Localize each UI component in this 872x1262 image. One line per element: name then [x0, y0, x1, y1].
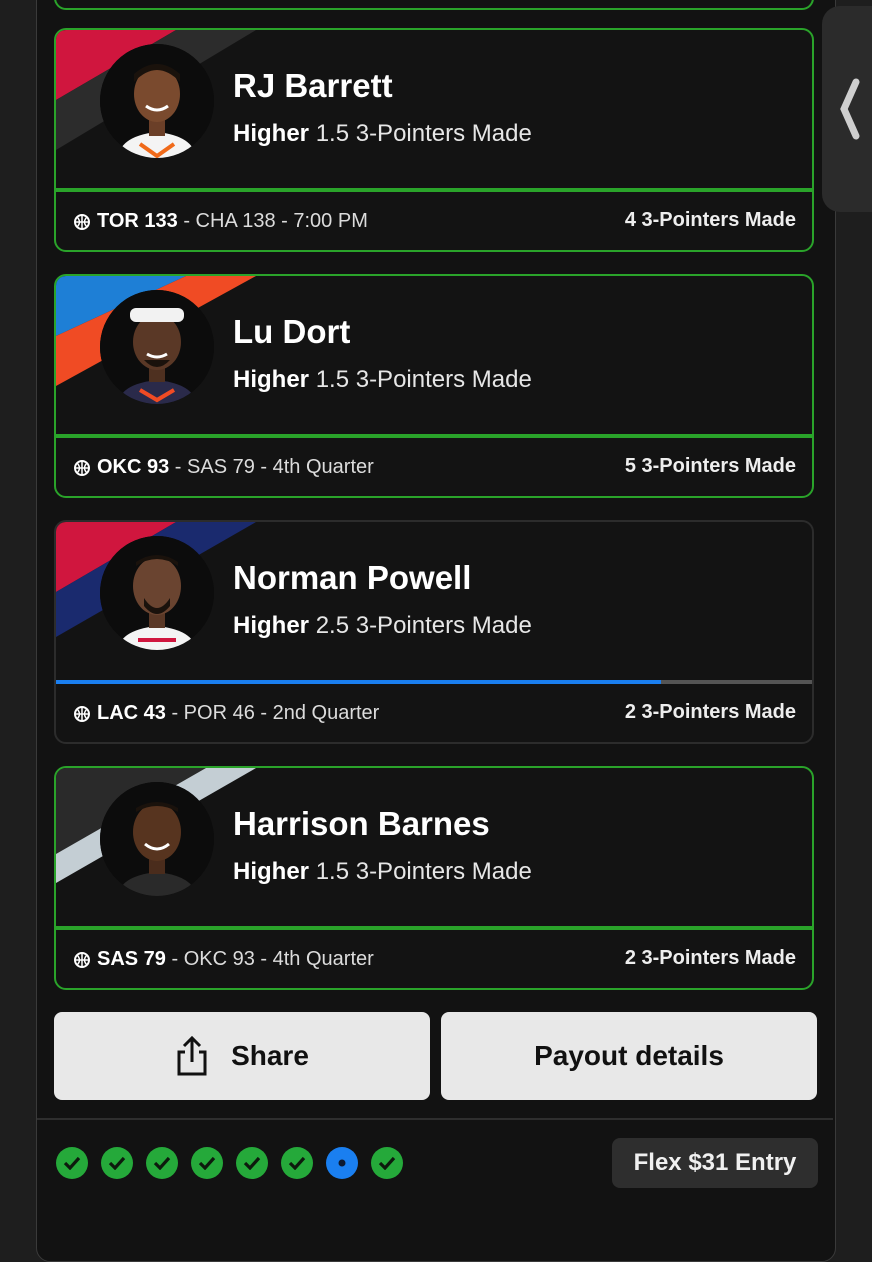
player-name: Norman Powell: [233, 559, 472, 596]
check-icon: [378, 1156, 396, 1170]
pick-won-dot: [371, 1147, 403, 1179]
basketball-icon: [74, 951, 90, 968]
pick-direction: Higher: [233, 120, 316, 147]
share-button[interactable]: Share: [54, 1012, 430, 1100]
check-icon: [153, 1156, 171, 1170]
check-icon: [108, 1156, 126, 1170]
pick-line: Higher 2.5 3-Pointers Made: [233, 612, 532, 640]
payout-details-button[interactable]: Payout details: [441, 1012, 817, 1100]
game-team-score: LAC 43: [97, 702, 166, 724]
pick-stat-line: 1.5 3-Pointers Made: [315, 120, 532, 147]
player-avatar: [100, 290, 214, 404]
pick-won-dot: [191, 1147, 223, 1179]
entry-label: Flex $31 Entry: [633, 1149, 797, 1176]
pick-stat-line: 1.5 3-Pointers Made: [315, 858, 532, 885]
pick-footer: SAS 79 - OKC 93 - 4th Quarter 2 3-Pointe…: [56, 930, 812, 988]
entry-badge: Flex $31 Entry: [612, 1138, 818, 1188]
chevron-left-icon: [840, 78, 860, 140]
pick-result: 5 3-Pointers Made: [624, 455, 796, 477]
check-icon: [288, 1156, 306, 1170]
pick-result: 2 3-Pointers Made: [624, 701, 796, 723]
pick-won-dot: [236, 1147, 268, 1179]
player-name: Lu Dort: [233, 313, 351, 350]
pick-line: Higher 1.5 3-Pointers Made: [233, 120, 532, 148]
game-status: - OKC 93 - 4th Quarter: [165, 948, 374, 970]
pick-card[interactable]: RJ Barrett Higher 1.5 3-Pointers Made TO…: [54, 28, 814, 252]
pick-card[interactable]: Harrison Barnes Higher 1.5 3-Pointers Ma…: [54, 766, 814, 990]
divider: [37, 1118, 833, 1120]
basketball-icon: [74, 705, 90, 722]
pick-result: 4 3-Pointers Made: [624, 209, 796, 231]
pick-direction: Higher: [233, 858, 316, 885]
pick-status-dots: [56, 1147, 416, 1179]
game-team-score: OKC 93: [97, 456, 170, 478]
basketball-icon: [74, 459, 90, 476]
check-icon: [63, 1156, 81, 1170]
player-name: RJ Barrett: [233, 67, 393, 104]
pick-card[interactable]: Lu Dort Higher 1.5 3-Pointers Made OKC 9…: [54, 274, 814, 498]
basketball-icon: [74, 213, 90, 230]
pick-footer: TOR 133 - CHA 138 - 7:00 PM 4 3-Pointers…: [56, 192, 812, 250]
payout-details-label: Payout details: [534, 1040, 724, 1071]
game-status: - CHA 138 - 7:00 PM: [177, 210, 368, 232]
game-team-score: TOR 133: [97, 210, 178, 232]
player-avatar: [100, 782, 214, 896]
pick-footer: OKC 93 - SAS 79 - 4th Quarter 5 3-Pointe…: [56, 438, 812, 496]
game-info: OKC 93 - SAS 79 - 4th Quarter: [74, 456, 374, 479]
pick-footer: LAC 43 - POR 46 - 2nd Quarter 2 3-Pointe…: [56, 684, 812, 742]
pick-direction: Higher: [233, 612, 316, 639]
pick-stat-line: 2.5 3-Pointers Made: [315, 612, 532, 639]
game-team-score: SAS 79: [97, 948, 166, 970]
pick-line: Higher 1.5 3-Pointers Made: [233, 366, 532, 394]
pick-card[interactable]: Norman Powell Higher 2.5 3-Pointers Made…: [54, 520, 814, 744]
live-dot-icon: [338, 1159, 346, 1167]
pick-direction: Higher: [233, 366, 316, 393]
game-status: - POR 46 - 2nd Quarter: [165, 702, 380, 724]
side-drawer-tab[interactable]: [822, 6, 872, 212]
pick-result: 2 3-Pointers Made: [624, 947, 796, 969]
pick-live-dot: [326, 1147, 358, 1179]
check-icon: [198, 1156, 216, 1170]
pick-won-dot: [281, 1147, 313, 1179]
game-info: SAS 79 - OKC 93 - 4th Quarter: [74, 948, 374, 971]
share-label: Share: [231, 1040, 309, 1071]
pick-won-dot: [56, 1147, 88, 1179]
check-icon: [243, 1156, 261, 1170]
pick-won-dot: [101, 1147, 133, 1179]
game-info: LAC 43 - POR 46 - 2nd Quarter: [74, 702, 379, 725]
game-status: - SAS 79 - 4th Quarter: [169, 456, 374, 478]
game-info: TOR 133 - CHA 138 - 7:00 PM: [74, 210, 368, 233]
player-name: Harrison Barnes: [233, 805, 490, 842]
player-avatar: [100, 44, 214, 158]
share-icon: [177, 1036, 207, 1076]
player-avatar: [100, 536, 214, 650]
pick-won-dot: [146, 1147, 178, 1179]
pick-stat-line: 1.5 3-Pointers Made: [315, 366, 532, 393]
previous-pick-card: [54, 0, 814, 10]
pick-line: Higher 1.5 3-Pointers Made: [233, 858, 532, 886]
